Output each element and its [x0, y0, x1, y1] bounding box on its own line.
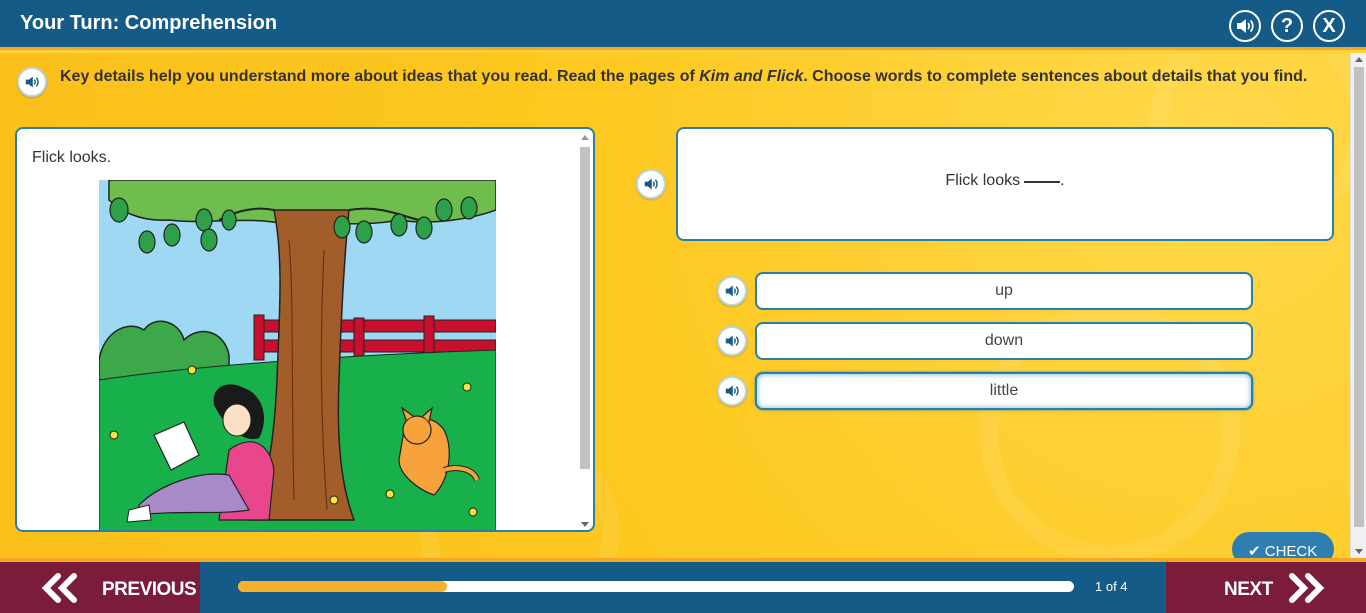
speaker-icon: [725, 385, 739, 397]
page-counter: 1 of 4: [1095, 579, 1128, 594]
next-label: NEXT: [1224, 579, 1273, 600]
question-text: Flick looks.: [678, 172, 1332, 190]
scroll-thumb[interactable]: [1354, 67, 1364, 527]
speaker-icon: [25, 76, 39, 88]
answer-blank: [1024, 181, 1061, 183]
question-end: .: [1060, 172, 1065, 189]
double-chevron-left-icon: [41, 573, 77, 603]
choice-up[interactable]: up: [755, 272, 1253, 310]
previous-button[interactable]: PREVIOUS: [0, 562, 200, 613]
progress-bar: [238, 581, 1074, 592]
speaker-icon: [1237, 19, 1254, 33]
story-illustration: [99, 180, 496, 530]
check-label: CHECK: [1264, 543, 1318, 558]
choice-little[interactable]: little: [755, 372, 1253, 410]
checkmark-icon: ✔: [1248, 543, 1261, 558]
close-icon: X: [1322, 14, 1336, 37]
check-button[interactable]: ✔ CHECK: [1232, 532, 1334, 558]
header-bar: Your Turn: Comprehension ? X: [0, 0, 1366, 50]
scroll-thumb[interactable]: [580, 147, 590, 469]
scroll-up-icon[interactable]: [1355, 57, 1363, 62]
audio-button[interactable]: [1229, 10, 1261, 42]
question-prompt: Flick looks: [945, 172, 1021, 189]
page-title: Your Turn: Comprehension: [20, 12, 278, 34]
scroll-up-icon[interactable]: [581, 135, 589, 140]
previous-label: PREVIOUS: [102, 579, 197, 600]
choice-audio-button[interactable]: [717, 276, 747, 306]
instructions-audio-button[interactable]: [17, 67, 47, 97]
question-box: Flick looks.: [676, 127, 1334, 241]
speaker-icon: [644, 178, 658, 190]
instructions-part: . Choose words to complete sentences abo…: [803, 68, 1308, 85]
choice-audio-button[interactable]: [717, 326, 747, 356]
instructions-text: Key details help you understand more abo…: [60, 66, 1320, 87]
book-title: Kim and Flick: [699, 68, 804, 85]
reading-panel[interactable]: Flick looks.: [15, 127, 595, 532]
progress-fill: [238, 581, 447, 592]
speaker-icon: [725, 335, 739, 347]
help-icon: ?: [1280, 14, 1294, 37]
scroll-down-icon[interactable]: [1355, 549, 1363, 554]
reader-scrollbar[interactable]: [578, 133, 590, 529]
footer-bar: PREVIOUS 1 of 4 NEXT: [0, 558, 1366, 613]
close-button[interactable]: X: [1313, 10, 1345, 42]
next-button[interactable]: NEXT: [1166, 562, 1366, 613]
help-button[interactable]: ?: [1271, 10, 1303, 42]
activity-stage: Key details help you understand more abo…: [0, 53, 1350, 558]
instructions-part: Key details help you understand more abo…: [60, 68, 700, 85]
page-scrollbar[interactable]: [1350, 53, 1366, 558]
double-chevron-right-icon: [1289, 573, 1325, 603]
speaker-icon: [725, 285, 739, 297]
choice-audio-button[interactable]: [717, 376, 747, 406]
choice-down[interactable]: down: [755, 322, 1253, 360]
question-audio-button[interactable]: [636, 169, 666, 199]
reader-text: Flick looks.: [32, 149, 112, 166]
scroll-down-icon[interactable]: [581, 522, 589, 527]
